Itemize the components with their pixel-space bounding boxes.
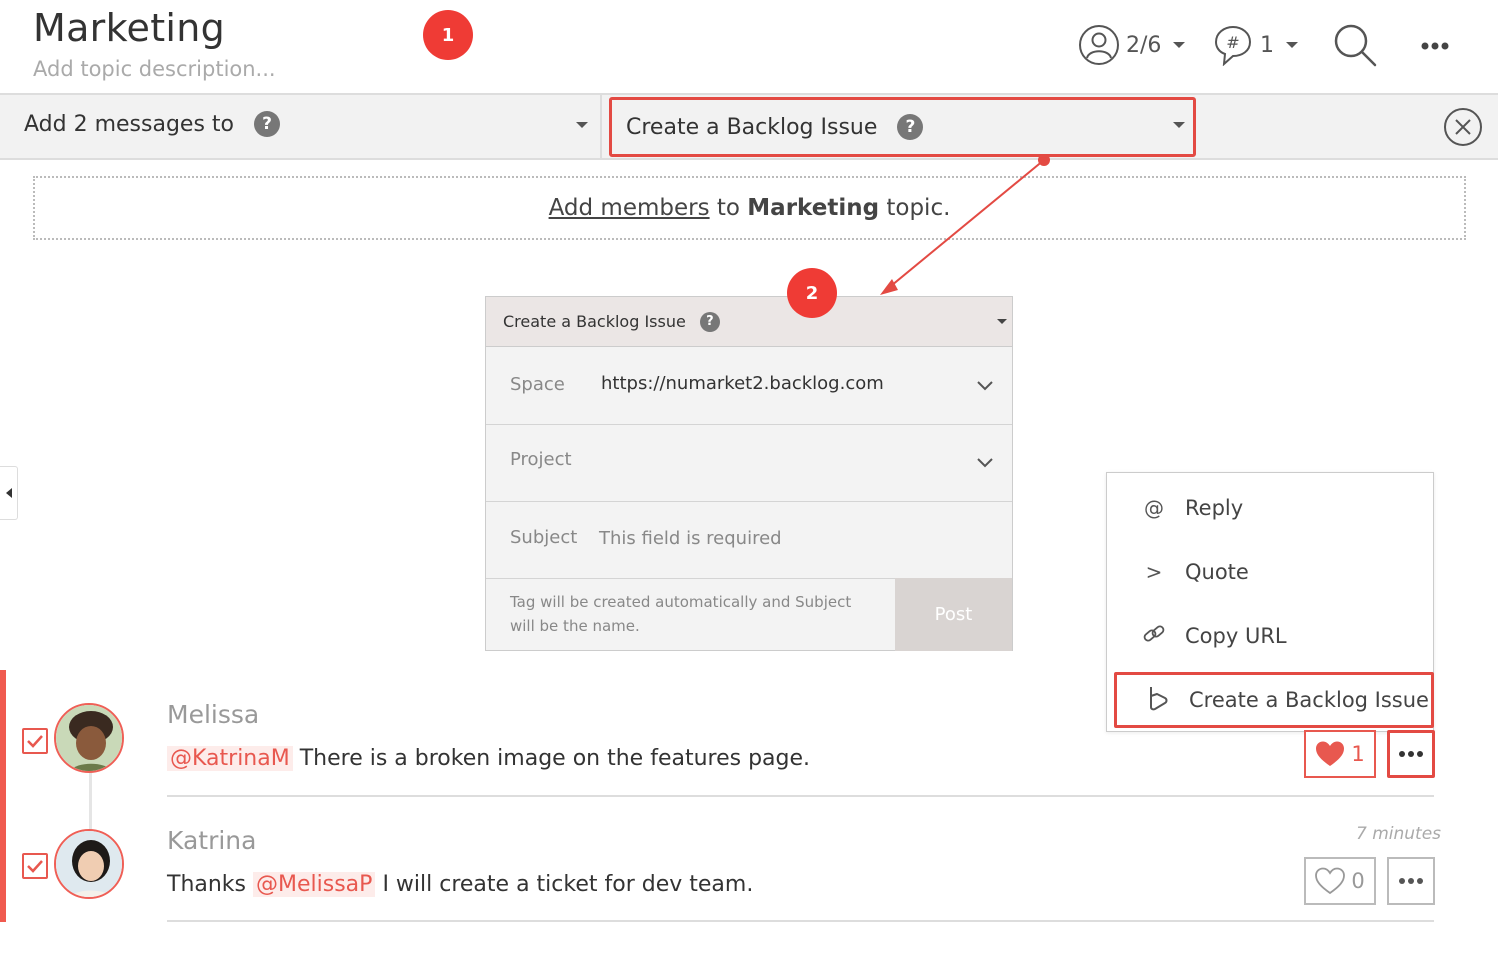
chevron-down-icon <box>997 319 1007 324</box>
message-text-prefix: Thanks <box>167 872 247 897</box>
chevron-down-icon <box>977 458 993 468</box>
form-header[interactable]: Create a Backlog Issue ? <box>486 297 1012 347</box>
form-title: Create a Backlog Issue <box>503 312 686 331</box>
integration-select[interactable]: Create a Backlog Issue ? <box>609 97 1196 157</box>
add-messages-text: Add 2 messages to <box>24 111 234 137</box>
members-count: 2/6 <box>1126 32 1162 58</box>
check-icon <box>27 860 43 873</box>
ellipsis-icon <box>1399 878 1423 884</box>
project-label: Project <box>510 449 572 470</box>
svg-text:#: # <box>1226 33 1239 52</box>
chevron-down-icon <box>977 381 993 391</box>
subject-input[interactable]: This field is required <box>599 528 782 549</box>
like-button[interactable]: 1 <box>1304 730 1376 778</box>
selection-accent <box>0 670 6 922</box>
menu-item-label: Create a Backlog Issue <box>1189 688 1429 712</box>
check-icon <box>27 735 43 748</box>
close-icon <box>1444 108 1482 146</box>
space-value: https://numarket2.backlog.com <box>601 373 884 394</box>
help-icon[interactable]: ? <box>699 311 720 332</box>
quote-icon: > <box>1145 560 1163 584</box>
form-footer: Tag will be created automatically and Su… <box>486 578 1012 651</box>
callout-badge-2: 2 <box>787 268 837 318</box>
post-button[interactable]: Post <box>895 578 1012 651</box>
avatar[interactable] <box>54 703 124 773</box>
add-members-link[interactable]: Add members <box>549 195 710 221</box>
more-options-button[interactable] <box>1420 36 1450 55</box>
chevron-down-icon <box>1173 122 1185 128</box>
message-more-button[interactable] <box>1387 857 1435 905</box>
message-timestamp: 7 minutes <box>1356 824 1442 844</box>
mention-link[interactable]: @KatrinaM <box>167 746 293 771</box>
like-count: 1 <box>1351 742 1365 766</box>
members-button[interactable]: 2/6 <box>1078 24 1186 66</box>
message-checkbox[interactable] <box>22 728 48 754</box>
message-context-menu: @ Reply > Quote Copy URL Create a Backlo… <box>1106 472 1434 732</box>
menu-item-copy-url[interactable]: Copy URL <box>1107 606 1433 666</box>
help-icon[interactable]: ? <box>897 114 924 140</box>
message-checkbox[interactable] <box>22 853 48 879</box>
message-author[interactable]: Katrina <box>167 826 256 855</box>
divider <box>600 95 602 158</box>
thread-line <box>89 772 92 830</box>
hashtag-bubble-icon: # <box>1214 25 1252 66</box>
menu-item-reply[interactable]: @ Reply <box>1107 478 1433 538</box>
chevron-down-icon <box>1173 42 1186 48</box>
menu-item-label: Quote <box>1185 560 1249 584</box>
help-icon[interactable]: ? <box>254 111 280 137</box>
avatar-katrina-image <box>56 831 122 897</box>
sidebar-toggle[interactable] <box>0 466 18 520</box>
link-icon <box>1141 621 1167 652</box>
message-text: I will create a ticket for dev team. <box>382 872 754 897</box>
add-members-end: topic. <box>886 195 951 221</box>
callout-badge-1: 1 <box>423 10 473 60</box>
message-divider <box>167 795 1434 797</box>
menu-item-label: Copy URL <box>1185 624 1287 648</box>
backlog-icon <box>1145 685 1171 716</box>
add-members-topic-name: Marketing <box>747 195 880 221</box>
tags-count: 1 <box>1260 32 1274 58</box>
heart-filled-icon <box>1316 741 1345 766</box>
backlog-issue-form: Create a Backlog Issue ? Space https://n… <box>485 296 1013 651</box>
menu-item-create-backlog-issue[interactable]: Create a Backlog Issue <box>1114 672 1434 728</box>
search-button[interactable] <box>1332 22 1378 72</box>
project-field[interactable]: Project <box>486 425 1012 502</box>
menu-item-label: Reply <box>1185 496 1244 520</box>
heart-outline-icon <box>1315 867 1346 895</box>
like-button[interactable]: 0 <box>1304 857 1376 905</box>
integration-select-value: Create a Backlog Issue <box>626 114 878 140</box>
chevron-left-icon <box>5 488 12 498</box>
chevron-down-icon <box>1286 42 1298 48</box>
subject-label: Subject <box>510 527 578 548</box>
add-members-to: to <box>716 195 740 221</box>
space-field[interactable]: Space https://numarket2.backlog.com <box>486 348 1012 425</box>
topic-description-placeholder[interactable]: Add topic description... <box>33 57 276 81</box>
message-text: There is a broken image on the features … <box>299 746 811 771</box>
message-body: Thanks @MelissaP I will create a ticket … <box>167 872 753 897</box>
close-action-bar-button[interactable] <box>1443 107 1483 151</box>
like-count: 0 <box>1351 869 1365 893</box>
user-icon <box>1079 25 1119 65</box>
avatar[interactable] <box>54 829 124 899</box>
message-divider <box>167 920 1434 922</box>
ellipsis-icon <box>1421 42 1449 50</box>
add-messages-label: Add 2 messages to ? <box>24 111 280 137</box>
at-icon: @ <box>1144 496 1164 520</box>
chevron-down-icon[interactable] <box>576 122 588 128</box>
message-more-button[interactable] <box>1387 730 1435 778</box>
space-label: Space <box>510 374 565 395</box>
tags-button[interactable]: # 1 <box>1212 24 1298 66</box>
message-author[interactable]: Melissa <box>167 700 259 729</box>
message-body: @KatrinaM There is a broken image on the… <box>167 746 810 771</box>
form-note: Tag will be created automatically and Su… <box>510 593 852 635</box>
ellipsis-icon <box>1399 751 1423 757</box>
add-members-banner: Add members to Marketing topic. <box>33 176 1466 240</box>
mention-link[interactable]: @MelissaP <box>253 872 376 897</box>
avatar-melissa-image <box>56 705 122 771</box>
menu-item-quote[interactable]: > Quote <box>1107 542 1433 602</box>
subject-field[interactable]: Subject This field is required <box>486 502 1012 579</box>
search-icon <box>1334 24 1377 67</box>
topic-title: Marketing <box>33 6 226 50</box>
